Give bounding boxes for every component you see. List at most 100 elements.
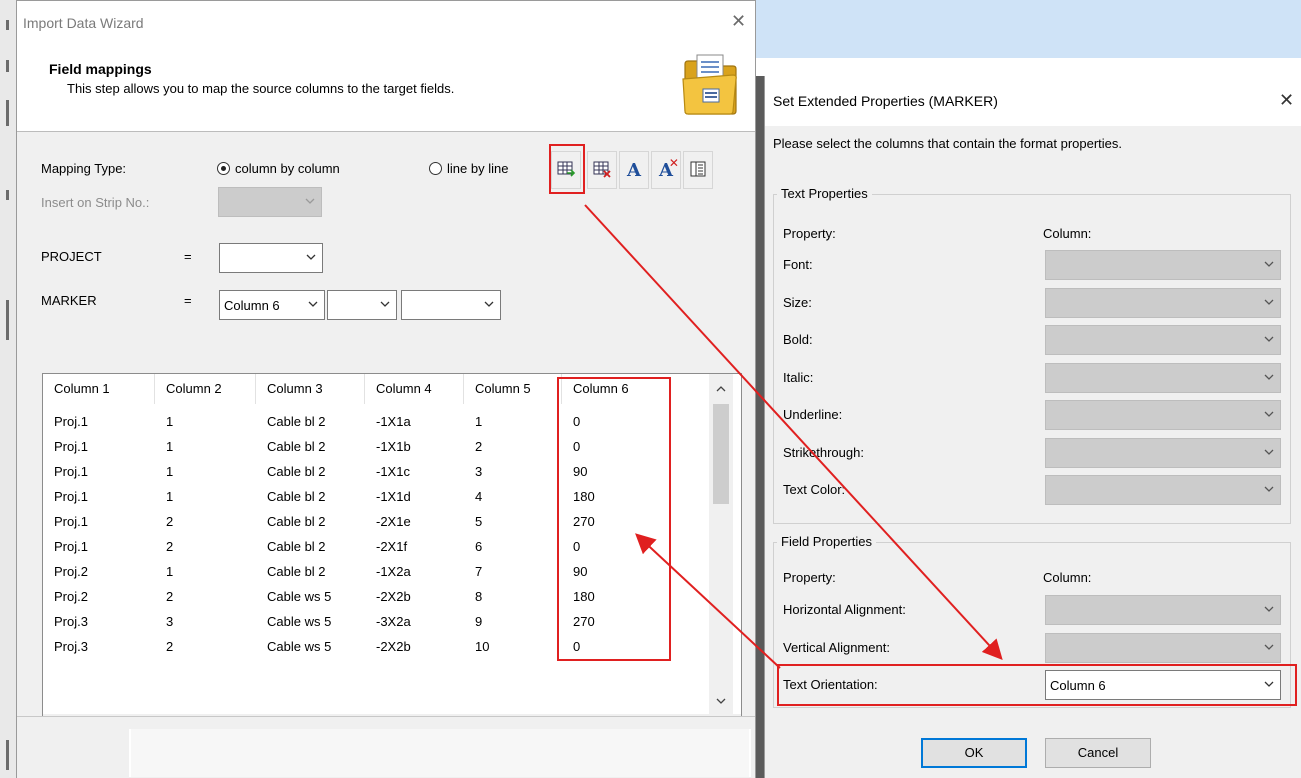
table-row[interactable]: Proj.1 1 Cable bl 2 -1X1b 2 0 xyxy=(43,434,723,459)
step-title: Field mappings xyxy=(49,61,152,77)
property-column-select xyxy=(1045,475,1281,505)
project-column-select[interactable] xyxy=(219,243,323,273)
table-cell: 1 xyxy=(166,489,174,504)
list-view-button[interactable] xyxy=(683,151,713,189)
table-cell: 270 xyxy=(573,514,595,529)
table-cell: Proj.1 xyxy=(54,539,88,554)
background-tick xyxy=(6,190,9,200)
table-cell: 0 xyxy=(573,639,581,654)
table-cell: 4 xyxy=(475,489,483,504)
chevron-down-icon xyxy=(303,194,317,208)
table-cell: Proj.1 xyxy=(54,414,88,429)
grid-vertical-scrollbar[interactable] xyxy=(709,374,733,714)
mapping-type-label: Mapping Type: xyxy=(41,161,127,176)
table-row[interactable]: Proj.1 2 Cable bl 2 -2X1f 6 0 xyxy=(43,534,723,559)
property-column-select xyxy=(1045,325,1281,355)
table-row[interactable]: Proj.2 2 Cable ws 5 -2X2b 8 180 xyxy=(43,584,723,609)
grid-header-cell[interactable]: Column 3 xyxy=(256,374,365,404)
radio-line-by-line[interactable] xyxy=(429,162,442,175)
table-cell: Proj.1 xyxy=(54,489,88,504)
property-label: Size: xyxy=(783,294,812,310)
marker-column-select-2[interactable] xyxy=(327,290,397,320)
grid-header-cell[interactable]: Column 6 xyxy=(562,374,709,404)
source-data-grid[interactable]: Column 1 Column 2 Column 3 Column 4 Colu… xyxy=(42,373,742,735)
background-window-edge xyxy=(0,0,17,778)
property-label: Bold: xyxy=(783,332,813,347)
table-cell: Cable bl 2 xyxy=(267,539,326,554)
table-cell: 90 xyxy=(573,564,588,579)
property-label: Font: xyxy=(783,257,813,272)
table-cell: 0 xyxy=(573,539,581,554)
table-row[interactable]: Proj.1 1 Cable bl 2 -1X1c 3 90 xyxy=(43,459,723,484)
table-cell: Cable ws 5 xyxy=(267,639,332,654)
table-row[interactable]: Proj.1 2 Cable bl 2 -2X1e 5 270 xyxy=(43,509,723,534)
scrollbar-thumb[interactable] xyxy=(713,404,729,504)
chevron-up-icon[interactable] xyxy=(716,382,726,392)
marker-equals: = xyxy=(184,293,192,308)
radio-column-by-column-label[interactable]: column by column xyxy=(235,161,340,176)
radio-line-by-line-label[interactable]: line by line xyxy=(447,161,508,176)
project-label: PROJECT xyxy=(41,249,102,264)
background-tick xyxy=(6,740,9,770)
property-column-select xyxy=(1045,250,1281,280)
table-cell: 0 xyxy=(573,439,581,454)
table-cell: 6 xyxy=(475,539,483,554)
grid-header-cell[interactable]: Column 2 xyxy=(155,374,256,404)
cancel-button[interactable]: Cancel xyxy=(1045,738,1151,768)
chevron-down-icon xyxy=(304,250,318,264)
table-cell: 1 xyxy=(475,414,483,429)
folder-icon xyxy=(681,45,739,117)
chevron-down-icon xyxy=(1262,295,1276,309)
marker-column-select-1[interactable]: Column 6 xyxy=(219,290,325,320)
field-properties-title: Field Properties xyxy=(777,534,877,549)
background-tick xyxy=(6,60,9,72)
extended-properties-button[interactable] xyxy=(551,151,581,189)
property-label: Text Orientation: xyxy=(783,677,878,692)
table-cell: 2 xyxy=(166,539,174,554)
table-cell: Cable bl 2 xyxy=(267,439,326,454)
ok-button[interactable]: OK xyxy=(921,738,1027,768)
background-window-border xyxy=(756,76,764,778)
chevron-down-icon xyxy=(1262,332,1276,346)
table-row[interactable]: Proj.3 2 Cable ws 5 -2X2b 10 0 xyxy=(43,634,723,659)
radio-column-by-column[interactable] xyxy=(217,162,230,175)
chevron-down-icon xyxy=(1262,602,1276,616)
property-column-select[interactable]: Column 6 xyxy=(1045,670,1281,700)
grid-header-cell[interactable]: Column 4 xyxy=(365,374,464,404)
table-cell: 10 xyxy=(475,639,490,654)
text-properties-title: Text Properties xyxy=(777,186,872,201)
chevron-down-icon xyxy=(1262,257,1276,271)
property-column-select xyxy=(1045,437,1281,468)
chevron-down-icon xyxy=(1262,445,1276,459)
insert-strip-label: Insert on Strip No.: xyxy=(41,195,150,210)
remove-properties-button[interactable] xyxy=(587,151,617,189)
table-cell: -2X2b xyxy=(376,639,411,654)
table-cell: -1X1b xyxy=(376,439,411,454)
grid-header-cell[interactable]: Column 5 xyxy=(464,374,562,404)
table-row[interactable]: Proj.3 3 Cable ws 5 -3X2a 9 270 xyxy=(43,609,723,634)
chevron-down-icon xyxy=(1262,370,1276,384)
marker-column-select-3[interactable] xyxy=(401,290,501,320)
chevron-down-icon xyxy=(378,297,392,311)
table-row[interactable]: Proj.1 1 Cable bl 2 -1X1d 4 180 xyxy=(43,484,723,509)
close-icon[interactable]: ✕ xyxy=(1279,90,1294,111)
set-extended-properties-dialog: Set Extended Properties (MARKER) ✕ Pleas… xyxy=(764,76,1301,778)
list-view-icon xyxy=(688,159,708,182)
clear-text-format-button[interactable]: A ✕ xyxy=(651,151,681,189)
grid-header: Column 1 Column 2 Column 3 Column 4 Colu… xyxy=(43,374,723,404)
text-format-button[interactable]: A xyxy=(619,151,649,189)
table-row[interactable]: Proj.2 1 Cable bl 2 -1X2a 7 90 xyxy=(43,559,723,584)
property-label: Horizontal Alignment: xyxy=(783,602,906,617)
table-cell: 2 xyxy=(475,439,483,454)
table-cell: Cable bl 2 xyxy=(267,564,326,579)
table-cell: Cable ws 5 xyxy=(267,589,332,604)
grid-header-cell[interactable]: Column 1 xyxy=(43,374,155,404)
table-row[interactable]: Proj.1 1 Cable bl 2 -1X1a 1 0 xyxy=(43,409,723,434)
background-tick xyxy=(6,300,9,340)
close-icon[interactable]: ✕ xyxy=(731,11,746,32)
chevron-down-icon[interactable] xyxy=(716,694,726,704)
background-window-header xyxy=(756,0,1301,58)
chevron-down-icon xyxy=(306,297,320,311)
property-column-select xyxy=(1045,400,1281,430)
column-header: Column: xyxy=(1043,570,1092,585)
